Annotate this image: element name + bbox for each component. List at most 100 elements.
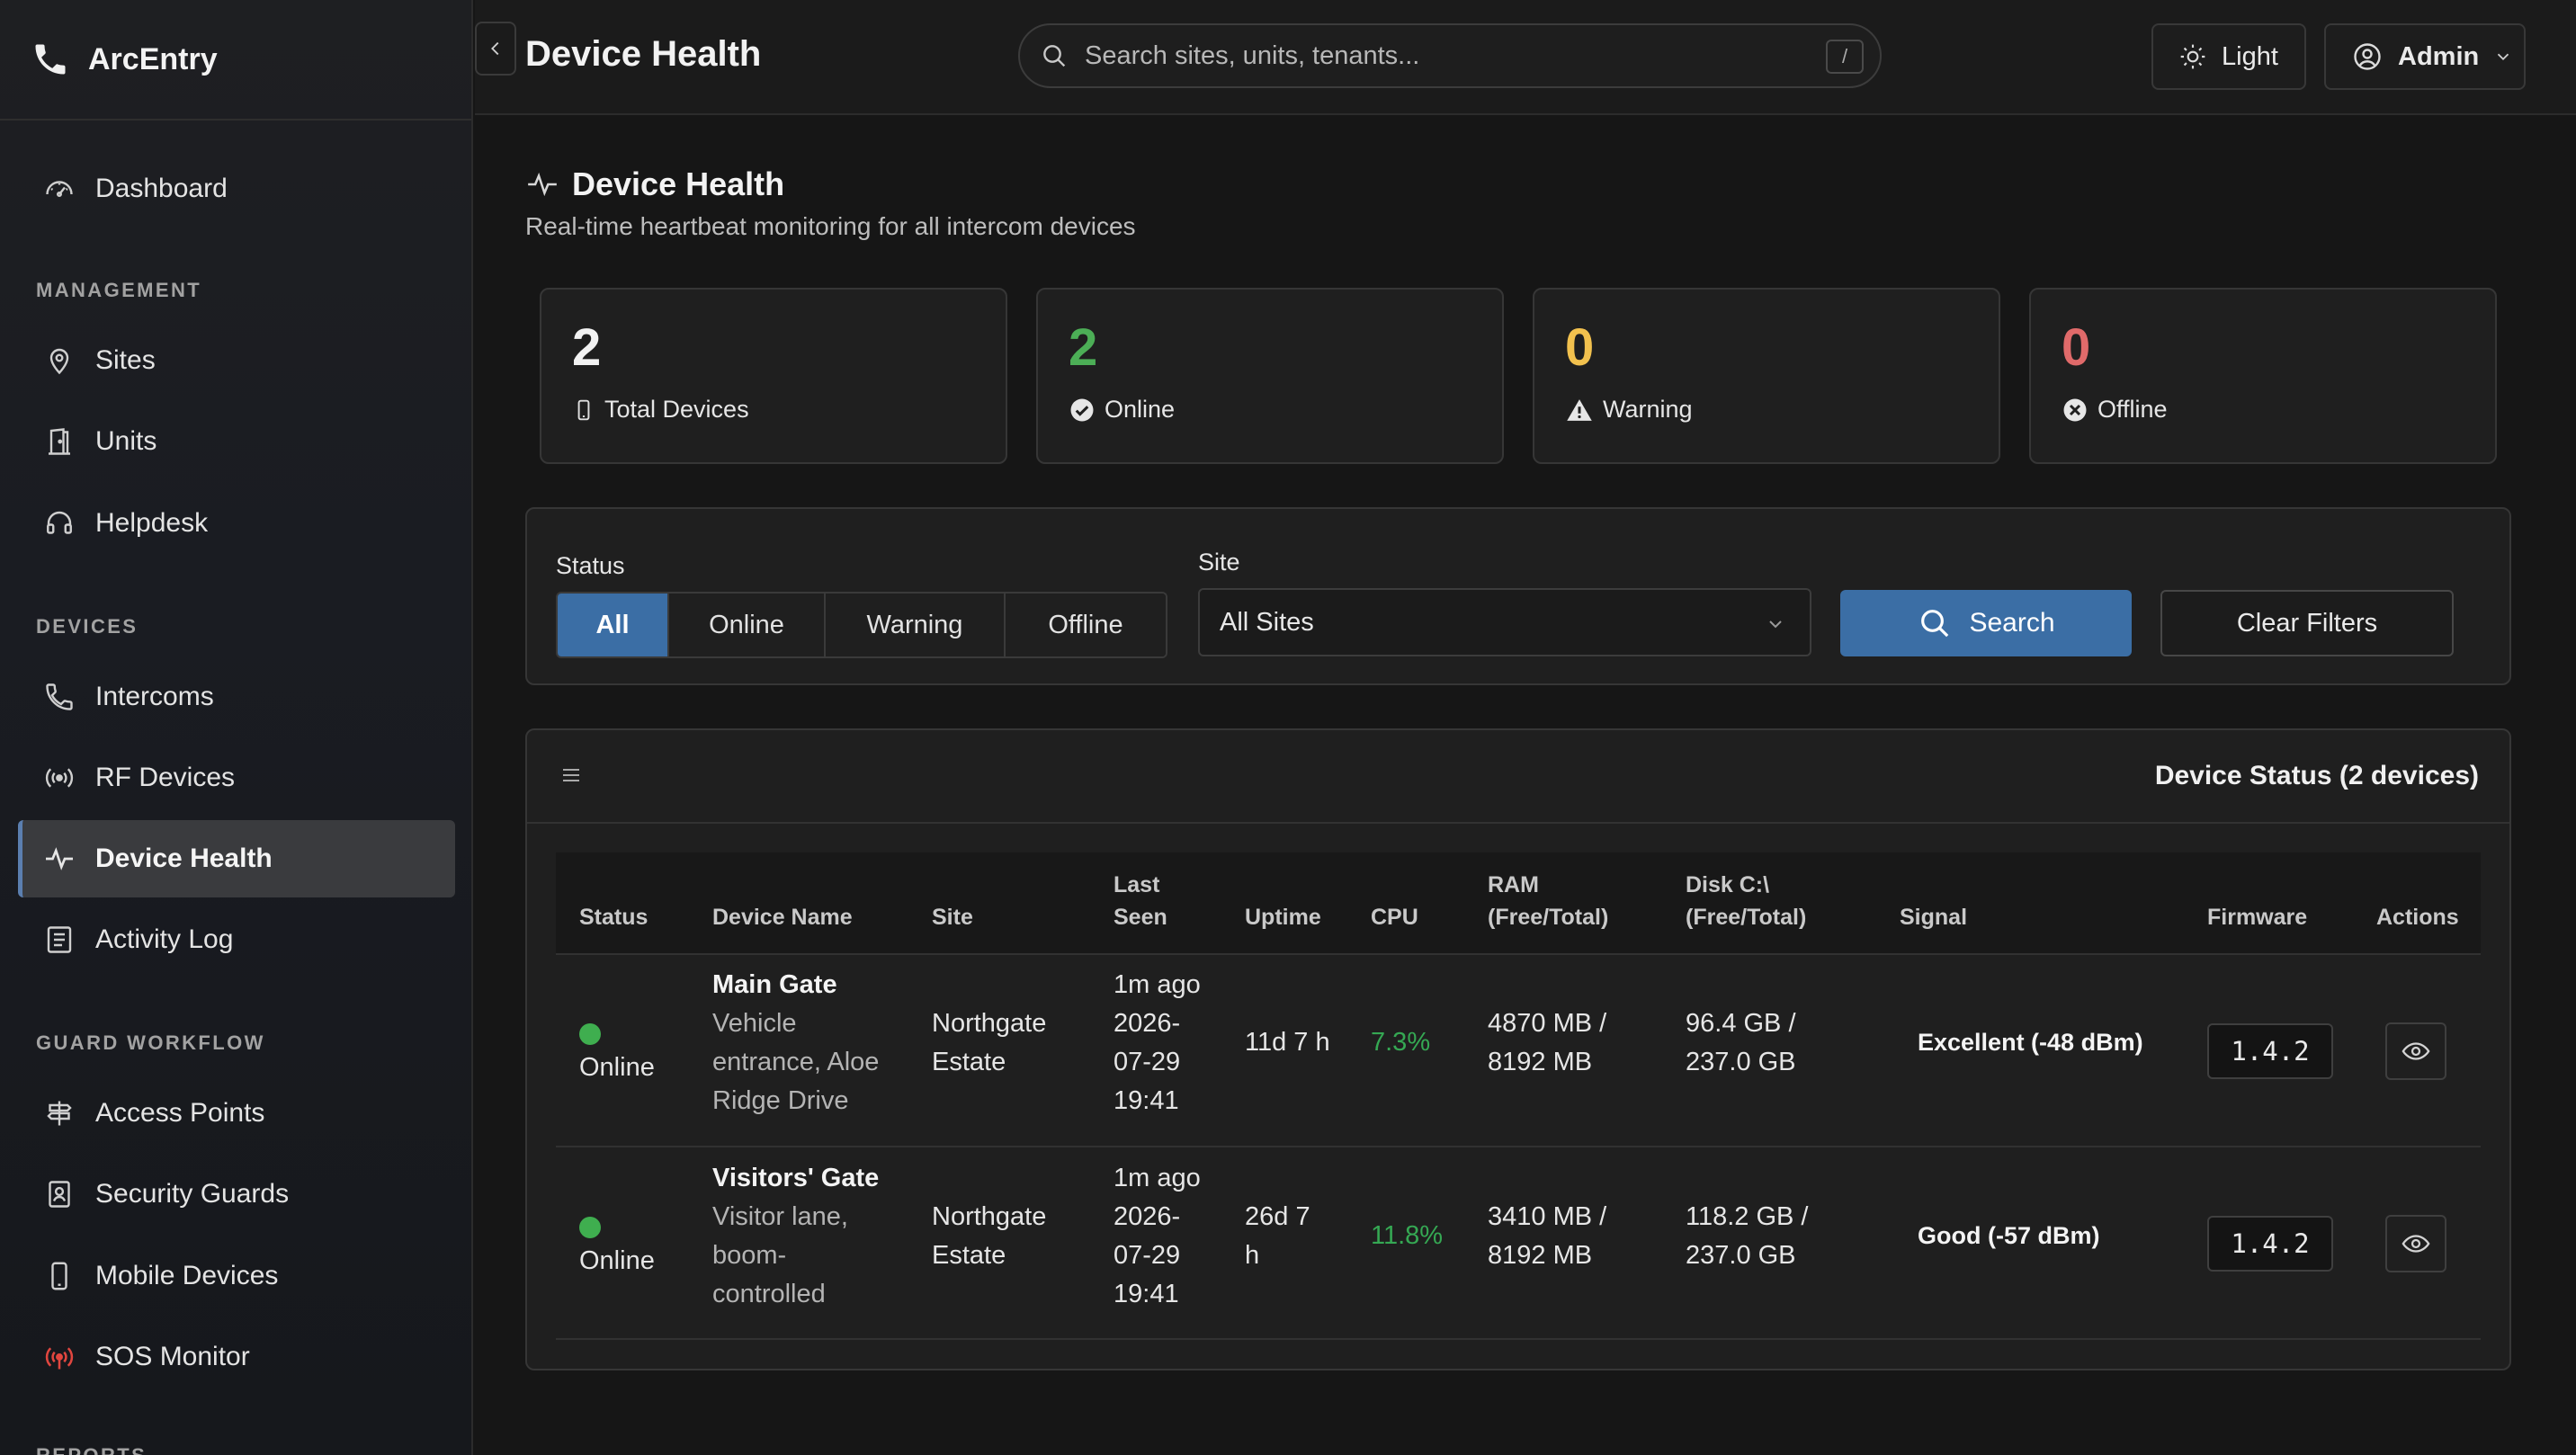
last-seen-relative: 1m ago [1114, 1164, 1201, 1192]
signpost-icon [43, 1097, 76, 1129]
device-description: Visitor lane, boom- controlled [712, 1198, 848, 1314]
map-pin-icon [43, 344, 76, 377]
global-search[interactable]: / [1018, 23, 1882, 88]
disk-usage: 118.2 GB / 237.0 GB [1686, 1198, 1809, 1275]
table-title: Device Status (2 devices) [2154, 761, 2479, 790]
stat-value: 0 [1565, 318, 1595, 377]
x-circle-icon [2062, 397, 2089, 424]
gauge-icon [43, 173, 76, 205]
global-search-input[interactable] [1085, 40, 1804, 71]
menu-lines-icon[interactable] [559, 764, 583, 786]
last-seen-time: 19:41 [1114, 1280, 1179, 1308]
broadcast-icon [43, 762, 76, 794]
status-filter-warning[interactable]: Warning [826, 594, 1006, 656]
filter-panel: Status All Online Warning Offline Site A… [525, 507, 2511, 685]
theme-label: Light [2222, 41, 2278, 71]
sidebar-label-rf-devices: RF Devices [95, 763, 236, 792]
sidebar-label-units: Units [95, 426, 157, 456]
stat-value: 0 [2062, 318, 2091, 377]
sidebar: ArcEntry Dashboard MANAGEMENT Sites Unit… [0, 0, 473, 1455]
page-heading: Device Health [525, 165, 784, 203]
col-site: Site [932, 905, 973, 930]
col-actions: Actions [2376, 905, 2459, 930]
theme-toggle-button[interactable]: Light [2151, 23, 2306, 90]
stat-card-offline: 0 Offline [2029, 288, 2497, 464]
phone-icon [43, 681, 76, 713]
status-filter-label: Status [556, 552, 625, 579]
site-select[interactable]: All Sites [1198, 588, 1811, 656]
last-seen-date-line: 2026- [1114, 1202, 1181, 1231]
sidebar-item-intercoms[interactable]: Intercoms [18, 658, 455, 736]
col-ram: RAM (Free/Total) [1488, 869, 1608, 933]
col-last-seen-line1: Last [1114, 872, 1160, 897]
table-row[interactable]: Online Visitors' Gate Visitor lane, boom… [556, 1147, 2481, 1340]
ram-total: 8192 MB [1488, 1048, 1593, 1076]
activity-icon [43, 843, 76, 875]
device-icon [572, 397, 595, 424]
sidebar-label-dashboard: Dashboard [95, 174, 228, 203]
section-management: MANAGEMENT [36, 279, 202, 301]
clear-filters-button[interactable]: Clear Filters [2160, 590, 2454, 656]
stat-label: Online [1105, 396, 1176, 423]
uptime: 26d 7 h [1245, 1198, 1310, 1275]
col-ram-line1: RAM [1488, 872, 1539, 897]
col-last-seen-line2: Seen [1114, 905, 1167, 930]
status-filter-group: All Online Warning Offline [556, 592, 1167, 658]
signal-strength: Good (-57 dBm) [1918, 1222, 2100, 1249]
disk-usage: 96.4 GB / 237.0 GB [1686, 1004, 1796, 1082]
check-circle-icon [1069, 397, 1096, 424]
view-device-button[interactable] [2385, 1022, 2446, 1080]
status-filter-offline[interactable]: Offline [1006, 594, 1166, 656]
col-disk-line1: Disk C:\ [1686, 872, 1770, 897]
last-seen-date-line: 2026- [1114, 1009, 1181, 1038]
sidebar-label-mobile-devices: Mobile Devices [95, 1261, 279, 1290]
search-button[interactable]: Search [1840, 590, 2132, 656]
sidebar-label-sites: Sites [95, 345, 156, 375]
device-description-line: boom- [712, 1241, 787, 1270]
sidebar-item-security-guards[interactable]: Security Guards [18, 1156, 455, 1233]
sidebar-item-units[interactable]: Units [18, 403, 455, 480]
stat-value: 2 [572, 318, 602, 377]
sidebar-item-mobile-devices[interactable]: Mobile Devices [18, 1237, 455, 1315]
user-label: Admin [2398, 41, 2480, 71]
section-reports: REPORTS [36, 1444, 147, 1455]
col-status: Status [579, 905, 648, 930]
sidebar-item-helpdesk[interactable]: Helpdesk [18, 485, 455, 562]
sidebar-item-access-points[interactable]: Access Points [18, 1075, 455, 1152]
col-ram-line2: (Free/Total) [1488, 905, 1609, 930]
device-site: Northgate Estate [932, 1198, 1046, 1275]
phone-logo-icon [31, 40, 70, 79]
disk-total: 237.0 GB [1686, 1048, 1796, 1076]
view-device-button[interactable] [2385, 1215, 2446, 1272]
search-button-label: Search [1969, 608, 2055, 638]
col-firmware: Firmware [2207, 905, 2308, 930]
sidebar-item-activity-log[interactable]: Activity Log [18, 901, 455, 978]
signal-strength: Excellent (-48 dBm) [1918, 1029, 2143, 1056]
sidebar-item-rf-devices[interactable]: RF Devices [18, 739, 455, 817]
device-description-line: Vehicle [712, 1009, 797, 1038]
brand[interactable]: ArcEntry [0, 0, 471, 121]
sidebar-item-dashboard[interactable]: Dashboard [18, 150, 455, 228]
disk-total: 237.0 GB [1686, 1241, 1796, 1270]
sidebar-item-device-health[interactable]: Device Health [18, 820, 455, 897]
last-seen-date-line: 07-29 [1114, 1048, 1181, 1076]
sos-broadcast-icon [43, 1341, 76, 1373]
col-device-name: Device Name [712, 905, 853, 930]
status-online-dot [579, 1023, 601, 1045]
ram-total: 8192 MB [1488, 1241, 1593, 1270]
stat-value: 2 [1069, 318, 1098, 377]
ram-free: 4870 MB / [1488, 1009, 1607, 1038]
sidebar-item-sites[interactable]: Sites [18, 322, 455, 399]
table-row[interactable]: Online Main Gate Vehicle entrance, Aloe … [556, 955, 2481, 1147]
col-disk: Disk C:\ (Free/Total) [1686, 869, 1806, 933]
section-guard-workflow: GUARD WORKFLOW [36, 1031, 265, 1054]
sidebar-item-sos-monitor[interactable]: SOS Monitor [18, 1318, 455, 1396]
eye-icon [2401, 1228, 2431, 1259]
status-filter-online[interactable]: Online [669, 594, 826, 656]
collapse-sidebar-button[interactable] [475, 22, 516, 76]
user-menu-button[interactable]: Admin [2324, 23, 2526, 90]
col-cpu: CPU [1371, 905, 1418, 930]
status-filter-all[interactable]: All [558, 594, 669, 656]
eye-icon [2401, 1036, 2431, 1067]
device-description: Vehicle entrance, Aloe Ridge Drive [712, 1004, 879, 1120]
